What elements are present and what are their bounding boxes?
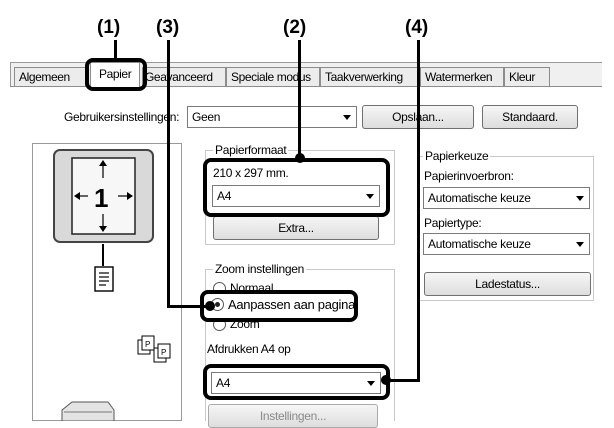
paper-source-select[interactable]: Automatische keuze [423, 187, 590, 209]
chevron-down-icon [367, 381, 375, 386]
paper-format-label: Papierformaat [213, 143, 289, 157]
leader-dot-2 [295, 153, 305, 163]
tab-special-modes[interactable]: Speciale modus [226, 67, 320, 86]
svg-text:P: P [145, 340, 150, 349]
leader-dot-4 [381, 375, 391, 385]
paper-source-value: Automatische keuze [428, 191, 531, 205]
paper-format-value: A4 [217, 189, 232, 203]
tab-color[interactable]: Kleur [504, 67, 550, 86]
paper-format-select[interactable]: A4 [212, 185, 380, 207]
radio-fit-to-page-label: Aanpassen aan pagina [228, 297, 356, 312]
zoom-settings-label: Zoom instellingen [213, 262, 306, 276]
radio-selected-dot [215, 302, 220, 307]
tab-advanced[interactable]: Geavanceerd [142, 67, 226, 86]
paper-type-select[interactable]: Automatische keuze [423, 233, 590, 255]
tab-watermarks[interactable]: Watermerken [420, 67, 504, 86]
leader-line-2 [298, 40, 301, 162]
tab-job-handling[interactable]: Taakverwerking [320, 67, 420, 86]
print-on-label: Afdrukken A4 op [207, 342, 291, 356]
leader-dot-3 [205, 301, 215, 311]
chevron-down-icon [576, 242, 584, 247]
print-on-value: A4 [216, 376, 231, 390]
default-button[interactable]: Standaard. [482, 105, 578, 129]
paper-type-label: Papiertype: [424, 216, 482, 230]
leader-line-3-vertical [167, 40, 170, 308]
svg-text:P: P [161, 348, 166, 357]
tab-general[interactable]: Algemeen [14, 67, 86, 86]
connector-line [102, 244, 104, 266]
scanner-icon [58, 400, 116, 422]
tray-status-button[interactable]: Ladestatus... [424, 272, 591, 296]
page-number: 1 [94, 183, 109, 213]
document-icon [94, 266, 114, 292]
user-settings-select[interactable]: Geen [187, 106, 357, 128]
callout-3: (3) [156, 17, 180, 38]
paper-type-value: Automatische keuze [428, 237, 531, 251]
paper-choice-label: Papierkeuze [423, 149, 491, 163]
chevron-down-icon [576, 196, 584, 201]
highlight-paper-tab [85, 58, 147, 91]
settings-button: Instellingen... [208, 404, 378, 428]
callout-1: (1) [97, 17, 121, 38]
callout-4: (4) [405, 17, 429, 38]
paper-size-text: 210 x 297 mm. [213, 166, 289, 180]
paper-source-label: Papierinvoerbron: [424, 169, 514, 183]
callout-2: (2) [283, 17, 307, 38]
extra-button[interactable]: Extra... [213, 216, 379, 240]
user-settings-value: Geen [192, 110, 221, 124]
print-on-select[interactable]: A4 [211, 372, 381, 394]
collate-copies-icon: P P [136, 332, 180, 366]
leader-line-1 [114, 40, 117, 60]
chevron-down-icon [343, 115, 351, 120]
chevron-down-icon [366, 194, 374, 199]
user-settings-label: Gebruikersinstellingen: [64, 110, 180, 124]
leader-line-4-vertical [417, 40, 420, 382]
